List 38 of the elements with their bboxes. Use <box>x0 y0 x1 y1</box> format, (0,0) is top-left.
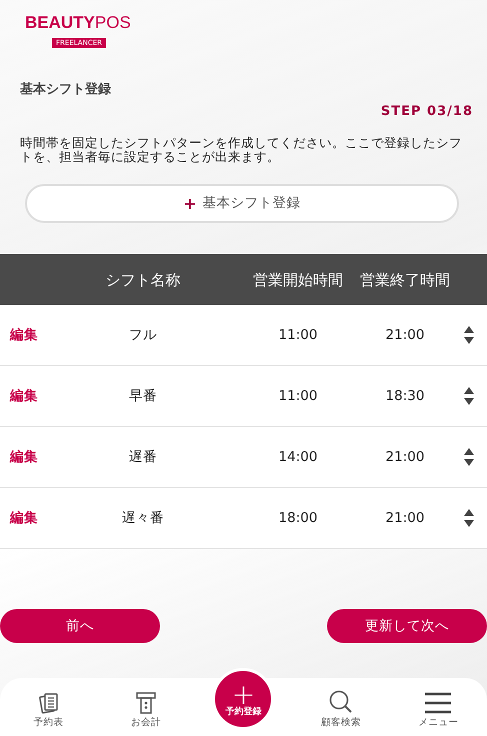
nav-item[interactable]: お会計 <box>111 692 182 730</box>
add-shift-button[interactable]: + 基本シフト登録 <box>25 184 459 223</box>
table-cell-text: 11:00 <box>278 386 318 406</box>
logo-text: BEAUTYPOS <box>25 14 132 32</box>
sort-handle-icon[interactable] <box>462 507 474 529</box>
edit-link[interactable]: 編集 <box>0 506 50 530</box>
table-cell-text: 遅番 <box>128 448 158 467</box>
table-cell-text: 14:00 <box>278 448 318 467</box>
table-cell-text: 21:00 <box>384 448 426 467</box>
document-stack-icon <box>38 692 59 714</box>
step-counter: STEP 03/18 <box>380 102 473 120</box>
table-cell-text: 21:00 <box>384 508 426 528</box>
table-cell-text: 早番 <box>128 386 158 406</box>
column-header: 営業開始時間 <box>252 272 344 288</box>
table-cell-text: 遅々番 <box>121 508 165 528</box>
page-title: 基本シフト登録 <box>20 81 112 99</box>
register-icon <box>136 692 156 714</box>
table-cell-text: 18:00 <box>278 508 318 528</box>
previous-button[interactable]: 前へ <box>0 609 160 643</box>
nav-item[interactable]: 予約表 <box>14 692 84 730</box>
update-next-button[interactable]: 更新して次へ <box>327 609 487 643</box>
table-cell-text: 11:00 <box>278 326 318 345</box>
nav-item[interactable]: 顧客検索 <box>306 690 376 730</box>
sort-handle-icon[interactable] <box>462 385 474 407</box>
column-header: 営業終了時間 <box>360 272 450 288</box>
table-cell-text: 18:30 <box>384 386 426 406</box>
edit-link[interactable]: 編集 <box>0 446 50 468</box>
table-cell-text: 21:00 <box>384 326 426 345</box>
table-cell-text: フル <box>128 326 158 345</box>
sort-handle-icon[interactable] <box>462 446 474 468</box>
menu-icon <box>424 692 452 714</box>
description-text: 時間帯を固定したシフトパターンを作成してください。ここで登録したシフトを、担当者毎に設定することが出来ます。 <box>20 136 463 164</box>
search-icon <box>328 690 354 714</box>
nav-item[interactable]: メニュー <box>403 692 474 730</box>
sort-handle-icon[interactable] <box>462 324 474 346</box>
edit-link[interactable]: 編集 <box>0 384 50 408</box>
edit-link[interactable]: 編集 <box>0 324 50 346</box>
column-header: シフト名称 <box>104 272 182 288</box>
